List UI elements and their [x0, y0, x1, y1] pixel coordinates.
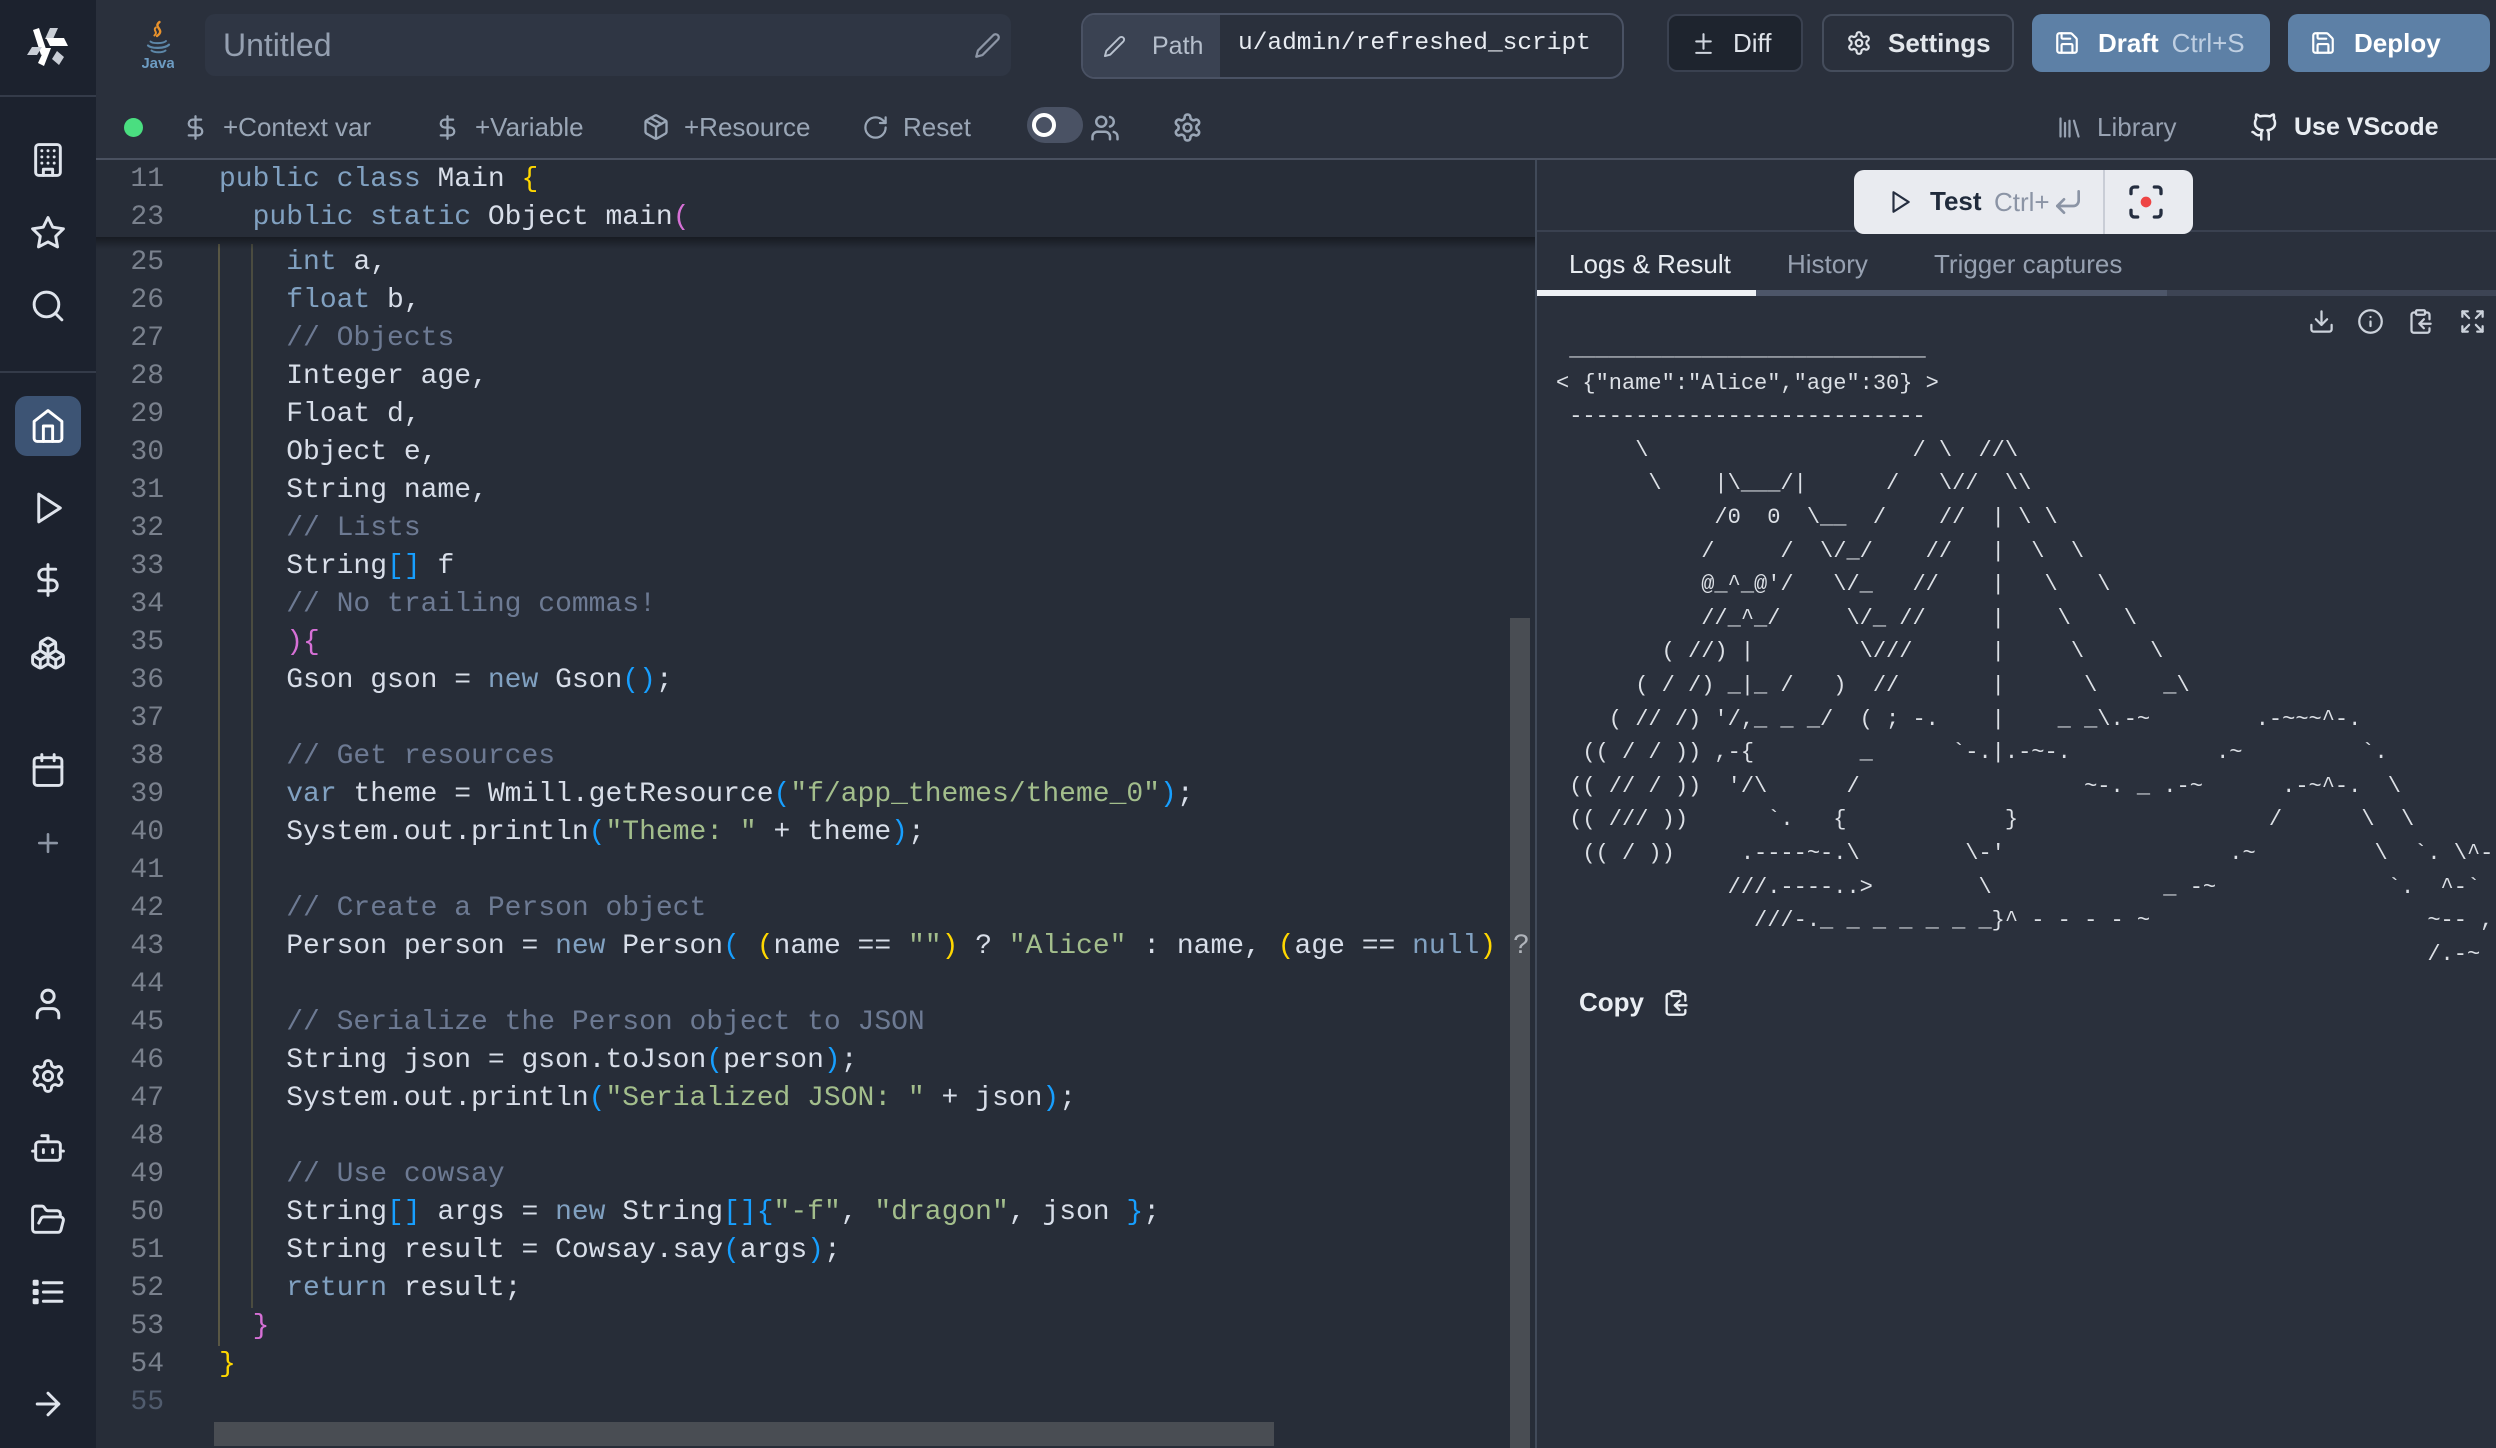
- svg-text:Java: Java: [142, 55, 174, 72]
